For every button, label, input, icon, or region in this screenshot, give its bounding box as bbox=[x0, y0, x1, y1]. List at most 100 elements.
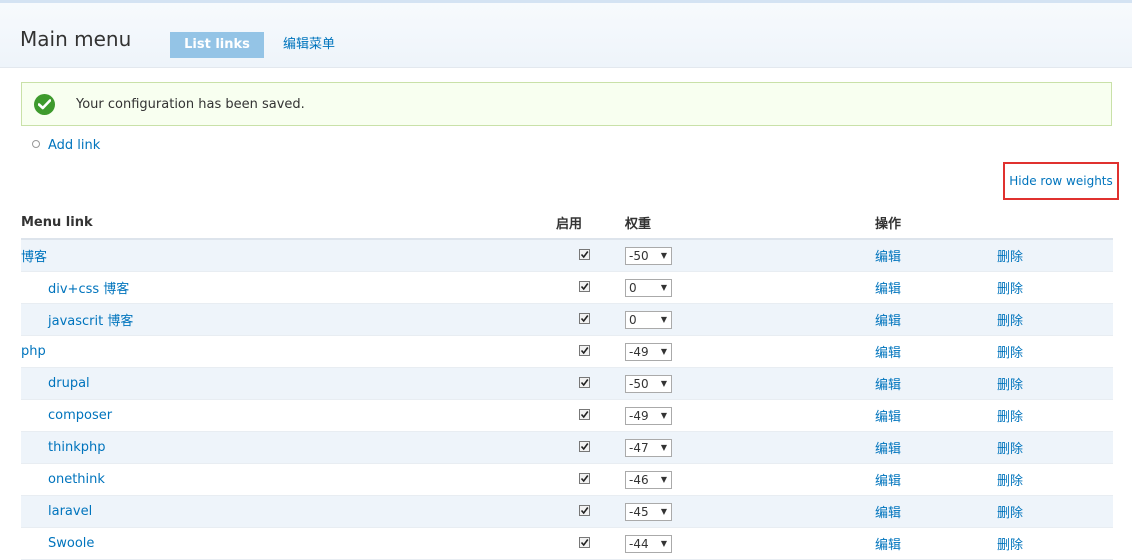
delete-link[interactable]: 删除 bbox=[997, 474, 1023, 489]
edit-cell: 编辑 bbox=[875, 431, 997, 464]
dropdown-arrow-icon: ▼ bbox=[660, 474, 667, 484]
menu-link-title[interactable]: thinkphp bbox=[21, 440, 105, 455]
menu-link-title[interactable]: div+css 博客 bbox=[21, 282, 129, 297]
weight-value: -44 bbox=[629, 536, 649, 551]
menu-link-title[interactable]: javascrit 博客 bbox=[21, 314, 133, 329]
menu-link-cell: laravel bbox=[21, 495, 556, 528]
delete-cell: 删除 bbox=[997, 271, 1113, 304]
menu-link-cell: composer bbox=[21, 399, 556, 432]
delete-cell: 删除 bbox=[997, 335, 1113, 368]
edit-link[interactable]: 编辑 bbox=[875, 474, 901, 489]
edit-link[interactable]: 编辑 bbox=[875, 442, 901, 457]
delete-link[interactable]: 删除 bbox=[997, 346, 1023, 361]
tab-edit-menu[interactable]: 编辑菜单 bbox=[283, 32, 335, 58]
table-row: composer -49 ▼ 编辑 删除 bbox=[21, 399, 1113, 432]
weight-select[interactable]: -46 ▼ bbox=[625, 470, 672, 489]
status-message-text: Your configuration has been saved. bbox=[76, 97, 305, 112]
table-row: php -49 ▼ 编辑 删除 bbox=[21, 335, 1113, 368]
edit-cell: 编辑 bbox=[875, 335, 997, 368]
menu-links-table: Menu link 启用 权重 操作 博客 -50 ▼ 编辑 删除 div+css 博客 0… bbox=[21, 207, 1113, 560]
weight-select[interactable]: 0 ▼ bbox=[625, 278, 672, 297]
dropdown-arrow-icon: ▼ bbox=[660, 314, 667, 324]
weight-select[interactable]: -44 ▼ bbox=[625, 534, 672, 553]
enabled-checkbox[interactable] bbox=[579, 281, 590, 292]
dropdown-arrow-icon: ▼ bbox=[660, 346, 667, 356]
enabled-checkbox[interactable] bbox=[579, 409, 590, 420]
edit-link[interactable]: 编辑 bbox=[875, 346, 901, 361]
add-link-button[interactable]: Add link bbox=[48, 138, 100, 153]
delete-link[interactable]: 删除 bbox=[997, 378, 1023, 393]
weight-cell: -49 ▼ bbox=[625, 335, 875, 368]
menu-link-cell: php bbox=[21, 335, 556, 368]
weight-cell: -49 ▼ bbox=[625, 399, 875, 432]
enabled-checkbox[interactable] bbox=[579, 505, 590, 516]
enabled-cell bbox=[556, 367, 625, 400]
weight-value: -50 bbox=[629, 248, 649, 263]
enabled-checkbox[interactable] bbox=[579, 345, 590, 356]
edit-cell: 编辑 bbox=[875, 495, 997, 528]
tab-list-links[interactable]: List links bbox=[170, 32, 264, 58]
menu-link-title[interactable]: php bbox=[21, 344, 46, 359]
hide-row-weights-link[interactable]: Hide row weights bbox=[1003, 162, 1119, 200]
enabled-cell bbox=[556, 335, 625, 368]
delete-link[interactable]: 删除 bbox=[997, 506, 1023, 521]
menu-link-cell: javascrit 博客 bbox=[21, 303, 556, 336]
delete-link[interactable]: 删除 bbox=[997, 314, 1023, 329]
enabled-cell bbox=[556, 399, 625, 432]
delete-cell: 删除 bbox=[997, 431, 1113, 464]
edit-cell: 编辑 bbox=[875, 463, 997, 496]
weight-select[interactable]: -49 ▼ bbox=[625, 342, 672, 361]
weight-select[interactable]: -47 ▼ bbox=[625, 438, 672, 457]
enabled-checkbox[interactable] bbox=[579, 377, 590, 388]
menu-link-title[interactable]: Swoole bbox=[21, 536, 94, 551]
delete-link[interactable]: 删除 bbox=[997, 282, 1023, 297]
enabled-checkbox[interactable] bbox=[579, 249, 590, 260]
delete-link[interactable]: 删除 bbox=[997, 410, 1023, 425]
column-header-blank bbox=[997, 207, 1113, 240]
delete-link[interactable]: 删除 bbox=[997, 442, 1023, 457]
edit-link[interactable]: 编辑 bbox=[875, 282, 901, 297]
delete-link[interactable]: 删除 bbox=[997, 250, 1023, 265]
enabled-checkbox[interactable] bbox=[579, 537, 590, 548]
menu-link-title[interactable]: drupal bbox=[21, 376, 90, 391]
enabled-cell bbox=[556, 303, 625, 336]
edit-cell: 编辑 bbox=[875, 239, 997, 272]
enabled-checkbox[interactable] bbox=[579, 473, 590, 484]
table-row: laravel -45 ▼ 编辑 删除 bbox=[21, 495, 1113, 528]
table-row: Swoole -44 ▼ 编辑 删除 bbox=[21, 527, 1113, 560]
enabled-checkbox[interactable] bbox=[579, 313, 590, 324]
table-row: drupal -50 ▼ 编辑 删除 bbox=[21, 367, 1113, 400]
weight-select[interactable]: -45 ▼ bbox=[625, 502, 672, 521]
page-header: Main menu List links 编辑菜单 bbox=[0, 3, 1132, 68]
menu-link-title[interactable]: onethink bbox=[21, 472, 105, 487]
weight-cell: -44 ▼ bbox=[625, 527, 875, 560]
weight-select[interactable]: 0 ▼ bbox=[625, 310, 672, 329]
bullet-icon bbox=[32, 140, 40, 148]
column-header-menu-link: Menu link bbox=[21, 207, 556, 240]
edit-link[interactable]: 编辑 bbox=[875, 506, 901, 521]
table-row: 博客 -50 ▼ 编辑 删除 bbox=[21, 239, 1113, 272]
weight-select[interactable]: -50 ▼ bbox=[625, 374, 672, 393]
delete-cell: 删除 bbox=[997, 495, 1113, 528]
enabled-cell bbox=[556, 463, 625, 496]
dropdown-arrow-icon: ▼ bbox=[660, 442, 667, 452]
edit-cell: 编辑 bbox=[875, 399, 997, 432]
edit-link[interactable]: 编辑 bbox=[875, 250, 901, 265]
edit-link[interactable]: 编辑 bbox=[875, 378, 901, 393]
status-message: Your configuration has been saved. bbox=[21, 82, 1112, 126]
edit-link[interactable]: 编辑 bbox=[875, 314, 901, 329]
menu-link-title[interactable]: laravel bbox=[21, 504, 92, 519]
weight-select[interactable]: -50 ▼ bbox=[625, 246, 672, 265]
menu-link-title[interactable]: composer bbox=[21, 408, 112, 423]
weight-cell: -50 ▼ bbox=[625, 367, 875, 400]
enabled-cell bbox=[556, 527, 625, 560]
menu-link-title[interactable]: 博客 bbox=[21, 250, 47, 265]
menu-link-cell: drupal bbox=[21, 367, 556, 400]
column-header-operations: 操作 bbox=[875, 207, 997, 240]
weight-cell: -47 ▼ bbox=[625, 431, 875, 464]
weight-cell: -50 ▼ bbox=[625, 239, 875, 272]
weight-select[interactable]: -49 ▼ bbox=[625, 406, 672, 425]
edit-cell: 编辑 bbox=[875, 527, 997, 560]
edit-link[interactable]: 编辑 bbox=[875, 410, 901, 425]
enabled-checkbox[interactable] bbox=[579, 441, 590, 452]
